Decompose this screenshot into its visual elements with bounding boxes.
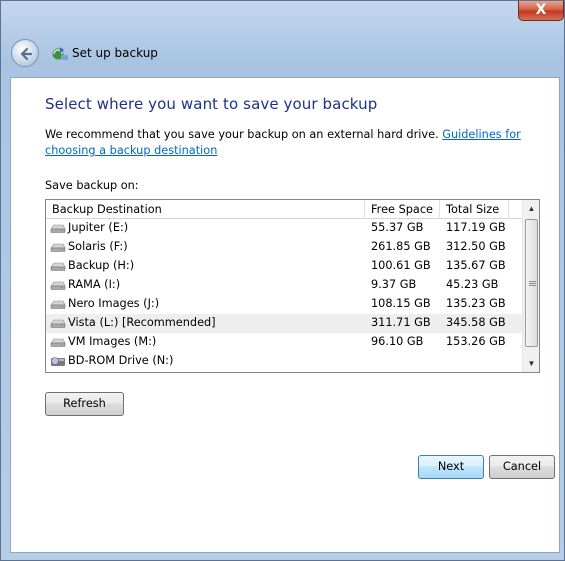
- optical-drive-icon: [51, 357, 65, 366]
- total-size-value: 153.26 GB: [446, 335, 506, 348]
- free-space-value: 55.37 GB: [371, 221, 424, 234]
- close-button[interactable]: X: [518, 1, 564, 21]
- scroll-thumb[interactable]: [525, 219, 538, 347]
- window-title: Set up backup: [72, 46, 158, 60]
- hard-drive-icon: [50, 319, 66, 328]
- save-backup-label: Save backup on:: [45, 179, 139, 192]
- table-row[interactable]: Nero Images (J:) 108.15 GB 135.23 GB: [46, 295, 522, 314]
- column-header-destination[interactable]: Backup Destination: [52, 203, 162, 216]
- next-button[interactable]: Next: [418, 455, 484, 479]
- cancel-button[interactable]: Cancel: [489, 455, 555, 479]
- total-size-value: 345.58 GB: [446, 316, 506, 329]
- free-space-value: 108.15 GB: [371, 297, 431, 310]
- total-size-value: 312.50 GB: [446, 240, 506, 253]
- total-size-value: 117.19 GB: [446, 221, 506, 234]
- table-row[interactable]: BD-ROM Drive (N:): [46, 352, 522, 371]
- column-header-total-size[interactable]: Total Size: [446, 203, 499, 216]
- list-scrollbar[interactable]: ▲ ▼: [522, 200, 539, 372]
- table-row[interactable]: Backup (H:) 100.61 GB 135.67 GB: [46, 257, 522, 276]
- free-space-value: 100.61 GB: [371, 259, 431, 272]
- destination-name: Solaris (F:): [68, 240, 128, 253]
- hard-drive-icon: [50, 300, 66, 309]
- recommendation-text: We recommend that you save your backup o…: [45, 127, 555, 159]
- column-header-free-space[interactable]: Free Space: [371, 203, 433, 216]
- free-space-value: 96.10 GB: [371, 335, 424, 348]
- table-row[interactable]: RAMA (I:) 9.37 GB 45.23 GB: [46, 276, 522, 295]
- hard-drive-icon: [50, 281, 66, 290]
- backup-destination-list[interactable]: Backup Destination Free Space Total Size…: [45, 199, 540, 373]
- total-size-value: 45.23 GB: [446, 278, 499, 291]
- recommend-sentence: We recommend that you save your backup o…: [45, 128, 443, 141]
- destination-name: RAMA (I:): [68, 278, 121, 291]
- free-space-value: 9.37 GB: [371, 278, 417, 291]
- destination-name: Nero Images (J:): [68, 297, 160, 310]
- total-size-value: 135.67 GB: [446, 259, 506, 272]
- hard-drive-icon: [50, 224, 66, 233]
- scroll-down-icon[interactable]: ▼: [523, 355, 539, 372]
- table-row[interactable]: Solaris (F:) 261.85 GB 312.50 GB: [46, 238, 522, 257]
- close-icon: X: [535, 2, 547, 18]
- destination-name: VM Images (M:): [68, 335, 157, 348]
- total-size-value: 135.23 GB: [446, 297, 506, 310]
- free-space-value: 311.71 GB: [371, 316, 431, 329]
- backup-window: X Set up backup Select where you want to…: [0, 0, 565, 561]
- list-header: Backup Destination Free Space Total Size: [46, 200, 522, 219]
- table-row[interactable]: VM Images (M:) 96.10 GB 153.26 GB: [46, 333, 522, 352]
- table-row[interactable]: Vista (L:) [Recommended] 311.71 GB 345.58 …: [46, 314, 522, 333]
- backup-icon: [52, 47, 68, 60]
- destination-name: Jupiter (E:): [68, 221, 129, 234]
- destination-name: BD-ROM Drive (N:): [68, 354, 174, 367]
- free-space-value: 261.85 GB: [371, 240, 431, 253]
- page-heading: Select where you want to save your backu…: [45, 95, 378, 113]
- hard-drive-icon: [50, 338, 66, 347]
- content-panel: Select where you want to save your backu…: [10, 77, 560, 553]
- refresh-button[interactable]: Refresh: [45, 392, 124, 416]
- scroll-up-icon[interactable]: ▲: [523, 200, 539, 217]
- hard-drive-icon: [50, 262, 66, 271]
- back-button[interactable]: [11, 39, 39, 67]
- destination-name: Backup (H:): [68, 259, 135, 272]
- hard-drive-icon: [50, 243, 66, 252]
- back-arrow-icon: [20, 47, 33, 61]
- destination-name: Vista (L:) [Recommended]: [68, 316, 216, 329]
- table-row[interactable]: Jupiter (E:) 55.37 GB 117.19 GB: [46, 219, 522, 238]
